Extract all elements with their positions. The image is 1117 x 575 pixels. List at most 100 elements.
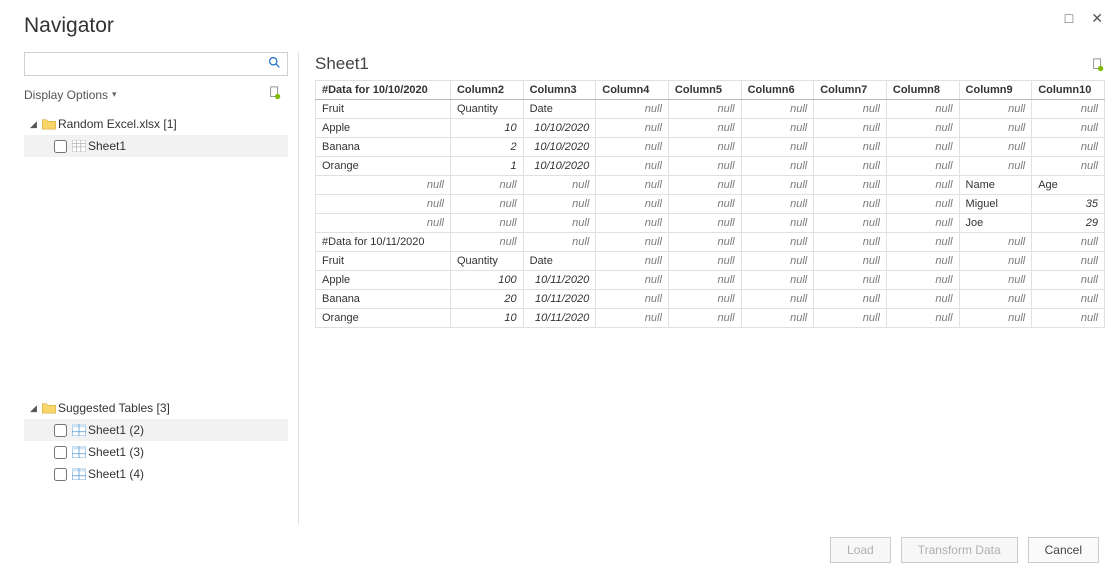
search-icon[interactable] (268, 56, 281, 72)
table-cell: null (1032, 252, 1105, 271)
table-cell: null (886, 176, 959, 195)
table-cell: 10/10/2020 (523, 138, 596, 157)
table-cell: 1 (450, 157, 523, 176)
table-column-header[interactable]: Column8 (886, 81, 959, 100)
table-cell: null (814, 157, 887, 176)
table-cell: Fruit (316, 100, 451, 119)
table-column-header[interactable]: Column10 (1032, 81, 1105, 100)
tree-suggested-label: Suggested Tables [3] (58, 401, 170, 415)
table-cell: null (741, 290, 814, 309)
table-row[interactable]: FruitQuantityDatenullnullnullnullnullnul… (316, 252, 1105, 271)
table-column-header[interactable]: Column2 (450, 81, 523, 100)
table-cell: null (959, 157, 1032, 176)
tree-suggested-item[interactable]: Sheet1 (2) (24, 419, 288, 441)
table-cell: null (741, 233, 814, 252)
table-cell: null (814, 252, 887, 271)
table-cell: Age (1032, 176, 1105, 195)
close-icon[interactable]: ✕ (1091, 10, 1103, 27)
tree-sheet-label: Sheet1 (88, 139, 126, 153)
table-cell: null (1032, 157, 1105, 176)
search-input-wrap[interactable] (24, 52, 288, 76)
tree-suggested-item[interactable]: Sheet1 (3) (24, 441, 288, 463)
table-row[interactable]: nullnullnullnullnullnullnullnullNameAge (316, 176, 1105, 195)
table-cell: null (886, 309, 959, 328)
table-row[interactable]: nullnullnullnullnullnullnullnullMiguel35 (316, 195, 1105, 214)
caret-icon: ◢ (30, 119, 40, 130)
table-cell: null (1032, 271, 1105, 290)
sheet-checkbox[interactable] (54, 140, 67, 153)
suggested-checkbox[interactable] (54, 424, 67, 437)
table-column-header[interactable]: Column4 (596, 81, 669, 100)
table-column-header[interactable]: Column6 (741, 81, 814, 100)
table-column-header[interactable]: Column9 (959, 81, 1032, 100)
table-cell: null (1032, 290, 1105, 309)
table-cell: null (741, 138, 814, 157)
table-cell: null (886, 290, 959, 309)
table-cell: null (741, 214, 814, 233)
table-cell: null (959, 290, 1032, 309)
table-row[interactable]: Orange1010/11/2020nullnullnullnullnullnu… (316, 309, 1105, 328)
chevron-down-icon: ▾ (112, 89, 117, 100)
table-icon (70, 468, 88, 480)
table-cell: Apple (316, 119, 451, 138)
table-column-header[interactable]: Column5 (668, 81, 741, 100)
suggested-checkbox[interactable] (54, 468, 67, 481)
preview-options-icon[interactable] (1091, 58, 1105, 75)
table-cell: 10/11/2020 (523, 309, 596, 328)
tree-file-node[interactable]: ◢ Random Excel.xlsx [1] (24, 113, 288, 135)
table-cell: 10 (450, 119, 523, 138)
table-row[interactable]: Banana210/10/2020nullnullnullnullnullnul… (316, 138, 1105, 157)
table-cell: null (741, 100, 814, 119)
tree-suggested-node[interactable]: ◢ Suggested Tables [3] (24, 397, 288, 419)
refresh-icon[interactable] (268, 86, 282, 103)
table-row[interactable]: nullnullnullnullnullnullnullnullJoe29 (316, 214, 1105, 233)
cancel-button[interactable]: Cancel (1028, 537, 1099, 563)
table-cell: null (886, 233, 959, 252)
table-cell: null (1032, 309, 1105, 328)
table-cell: null (668, 176, 741, 195)
folder-icon (40, 118, 58, 130)
worksheet-icon (70, 140, 88, 152)
suggested-checkbox[interactable] (54, 446, 67, 459)
table-row[interactable]: Orange110/10/2020nullnullnullnullnullnul… (316, 157, 1105, 176)
tree-suggested-item[interactable]: Sheet1 (4) (24, 463, 288, 485)
suggested-tables-tree: ◢ Suggested Tables [3] Sheet1 (2)Sheet1 … (24, 397, 288, 485)
tree-suggested-item-label: Sheet1 (4) (88, 467, 144, 481)
table-cell: null (596, 214, 669, 233)
table-row[interactable]: #Data for 10/11/2020nullnullnullnullnull… (316, 233, 1105, 252)
table-row[interactable]: FruitQuantityDatenullnullnullnullnullnul… (316, 100, 1105, 119)
table-cell: 10 (450, 309, 523, 328)
table-cell: null (741, 271, 814, 290)
table-cell: 20 (450, 290, 523, 309)
table-cell: Apple (316, 271, 451, 290)
table-cell: 10/11/2020 (523, 290, 596, 309)
table-cell: Joe (959, 214, 1032, 233)
file-tree: ◢ Random Excel.xlsx [1] Sheet1 (24, 113, 288, 157)
table-column-header[interactable]: #Data for 10/10/2020 (316, 81, 451, 100)
table-row[interactable]: Apple1010/10/2020nullnullnullnullnullnul… (316, 119, 1105, 138)
table-cell: null (814, 233, 887, 252)
table-cell: null (668, 138, 741, 157)
load-button[interactable]: Load (830, 537, 891, 563)
table-cell: 10/11/2020 (523, 271, 596, 290)
table-cell: null (523, 214, 596, 233)
table-cell: null (596, 100, 669, 119)
table-column-header[interactable]: Column3 (523, 81, 596, 100)
table-row[interactable]: Apple10010/11/2020nullnullnullnullnullnu… (316, 271, 1105, 290)
table-cell: null (596, 233, 669, 252)
table-cell: null (668, 233, 741, 252)
table-row[interactable]: Banana2010/11/2020nullnullnullnullnullnu… (316, 290, 1105, 309)
maximize-icon[interactable]: □ (1065, 10, 1073, 27)
table-cell: null (596, 290, 669, 309)
display-options-dropdown[interactable]: Display Options ▾ (24, 88, 117, 102)
folder-icon (40, 402, 58, 414)
table-cell: 35 (1032, 195, 1105, 214)
table-cell: null (450, 195, 523, 214)
table-column-header[interactable]: Column7 (814, 81, 887, 100)
search-input[interactable] (31, 56, 268, 72)
tree-sheet-node[interactable]: Sheet1 (24, 135, 288, 157)
transform-data-button[interactable]: Transform Data (901, 537, 1018, 563)
table-cell: Name (959, 176, 1032, 195)
table-cell: null (1032, 138, 1105, 157)
table-cell: null (1032, 100, 1105, 119)
